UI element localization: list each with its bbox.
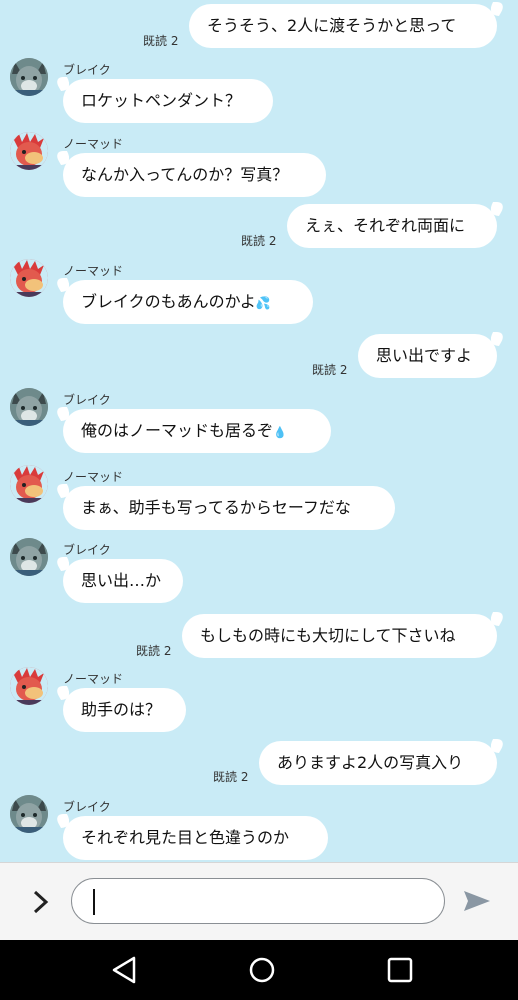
avatar-nomad[interactable] [10,667,48,705]
sender-name: ノーマッド [63,470,124,484]
message-text: ブレイクのもあんのかよ [81,292,256,311]
wolf-avatar-icon [10,388,48,426]
wolf-avatar-icon [10,538,48,576]
sender-name: ノーマッド [63,137,124,151]
avatar-nomad[interactable] [10,465,48,503]
wolf-avatar-icon [10,795,48,833]
message-bubble-incoming[interactable]: ロケットペンダント？ [63,79,273,123]
sender-name: ノーマッド [63,672,124,686]
text-cursor [93,889,95,915]
message-input-box[interactable] [71,878,445,924]
message-input[interactable] [90,887,424,917]
sender-name: ブレイク [63,63,111,77]
message-input-bar [0,862,518,941]
red-dragon-avatar-icon [10,132,48,170]
read-receipt: 既読 2 [241,234,277,248]
red-dragon-avatar-icon [10,667,48,705]
sender-name: ブレイク [63,800,111,814]
read-receipt: 既読 2 [312,363,348,377]
android-nav-bar [0,940,518,1000]
avatar-blake[interactable] [10,388,48,426]
avatar-nomad[interactable] [10,132,48,170]
read-receipt: 既読 2 [136,644,172,658]
message-bubble-incoming[interactable]: 助手のは？ [63,688,186,732]
sender-name: ブレイク [63,543,111,557]
avatar-nomad[interactable] [10,259,48,297]
send-icon[interactable] [461,885,493,917]
avatar-blake[interactable] [10,795,48,833]
sender-name: ノーマッド [63,264,124,278]
read-receipt: 既読 2 [143,34,179,48]
message-bubble-outgoing[interactable]: そうそう、2人に渡そうかと思って [189,4,497,48]
message-bubble-incoming[interactable]: 俺のはノーマッドも居るぞ💧 [63,409,331,453]
message-bubble-incoming[interactable]: ブレイクのもあんのかよ💦 [63,280,313,324]
message-bubble-incoming[interactable]: 思い出…か [63,559,183,603]
message-bubble-outgoing[interactable]: 思い出ですよ [358,334,497,378]
read-receipt: 既読 2 [213,770,249,784]
wolf-avatar-icon [10,58,48,96]
sweat-emoji-icon: 💦 [255,296,271,310]
message-bubble-outgoing[interactable]: ありますよ2人の写真入り [259,741,497,785]
message-bubble-outgoing[interactable]: もしもの時にも大切にして下さいね [182,614,497,658]
message-text: 俺のはノーマッドも居るぞ [81,421,274,440]
expand-chevron-icon[interactable] [26,887,56,917]
message-bubble-outgoing[interactable]: えぇ、それぞれ両面に [287,204,497,248]
avatar-blake[interactable] [10,58,48,96]
chat-area[interactable]: 既読 2 そうそう、2人に渡そうかと思って ブレイク ロケットペンダント？ ノー… [0,0,518,862]
drop-emoji-icon: 💧 [273,426,287,439]
sender-name: ブレイク [63,393,111,407]
red-dragon-avatar-icon [10,465,48,503]
avatar-blake[interactable] [10,538,48,576]
home-circle-icon[interactable] [248,956,276,984]
recents-square-icon[interactable] [386,956,414,984]
back-triangle-icon[interactable] [108,954,142,986]
message-bubble-incoming[interactable]: まぁ、助手も写ってるからセーフだな [63,486,395,530]
red-dragon-avatar-icon [10,259,48,297]
message-bubble-incoming[interactable]: それぞれ見た目と色違うのか [63,816,328,860]
message-bubble-incoming[interactable]: なんか入ってんのか？写真？ [63,153,326,197]
